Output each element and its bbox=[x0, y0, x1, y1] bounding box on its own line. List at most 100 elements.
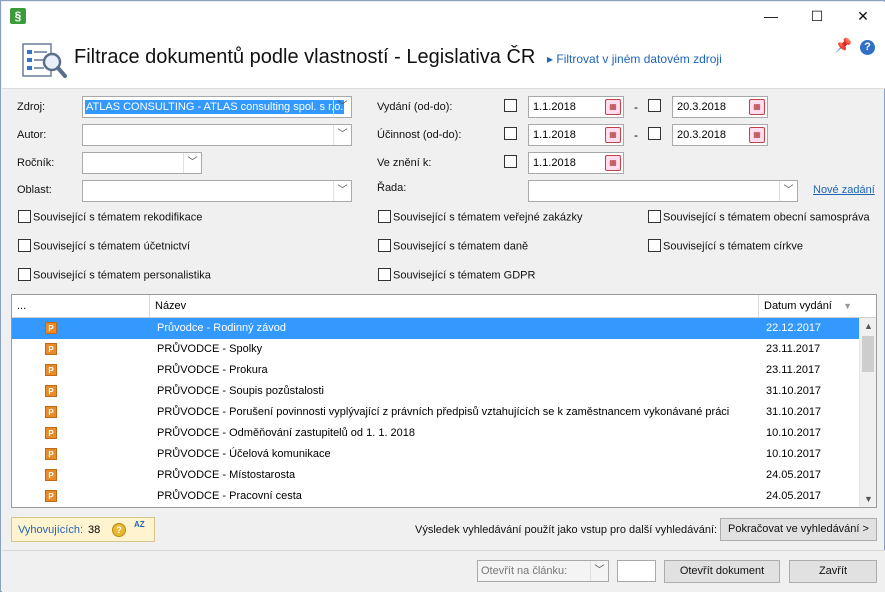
vydani-od-field[interactable]: 1.1.2018 ▦ bbox=[528, 96, 624, 118]
pruvodce-doc-icon: P bbox=[45, 364, 57, 376]
autor-label: Autor: bbox=[17, 129, 47, 141]
sort-az-icon[interactable]: AZ bbox=[134, 520, 146, 529]
autor-select[interactable]: ﹀ bbox=[82, 124, 352, 146]
topic-label: Související s tématem veřejné zakázky bbox=[393, 211, 583, 224]
checkbox[interactable] bbox=[648, 239, 661, 252]
checkbox[interactable] bbox=[18, 268, 31, 281]
vydani-do-value: 20.3.2018 bbox=[677, 101, 726, 113]
scroll-up-icon[interactable]: ▲ bbox=[860, 318, 876, 334]
topic-personalistika[interactable]: Související s tématem personalistika bbox=[18, 268, 211, 282]
table-row[interactable]: P PRŮVODCE - Odměňování zastupitelů od 1.… bbox=[12, 423, 859, 444]
ucinnost-do-field[interactable]: 20.3.2018 ▦ bbox=[672, 124, 768, 146]
checkbox[interactable] bbox=[378, 210, 391, 223]
checkbox[interactable] bbox=[18, 210, 31, 223]
scroll-thumb[interactable] bbox=[862, 336, 874, 372]
ucinnost-od-field[interactable]: 1.1.2018 ▦ bbox=[528, 124, 624, 146]
pruvodce-doc-icon: P bbox=[45, 322, 57, 334]
topic-verejne-zakazky[interactable]: Související s tématem veřejné zakázky bbox=[378, 210, 583, 224]
ucinnost-checkbox[interactable] bbox=[504, 127, 517, 140]
topic-label: Související s tématem personalistika bbox=[33, 269, 211, 282]
table-row[interactable]: P PRŮVODCE - Soupis pozůstalosti 31.10.201… bbox=[12, 381, 859, 402]
vydani-do-checkbox[interactable] bbox=[648, 99, 661, 112]
count-value: 38 bbox=[88, 524, 101, 536]
checkbox[interactable] bbox=[648, 210, 661, 223]
calendar-icon[interactable]: ▦ bbox=[605, 155, 621, 171]
info-icon[interactable]: ? bbox=[112, 523, 126, 537]
rada-label: Řada: bbox=[377, 182, 407, 194]
rocnik-select[interactable]: ﹀ bbox=[82, 152, 202, 174]
table-row[interactable]: P PRŮVODCE - Pracovní cesta 24.05.2017 bbox=[12, 486, 859, 507]
open-at-article-select[interactable]: Otevřít na článku: ﹀ bbox=[477, 560, 609, 582]
chevron-down-icon[interactable]: ﹀ bbox=[333, 181, 351, 201]
topic-ucetnictvi[interactable]: Související s tématem účetnictví bbox=[18, 239, 190, 253]
topic-gdpr[interactable]: Související s tématem GDPR bbox=[378, 268, 535, 282]
ucinnost-do-checkbox[interactable] bbox=[648, 127, 661, 140]
pruvodce-doc-icon: P bbox=[45, 469, 57, 481]
column-header-date[interactable]: Datum vydání ▼ bbox=[759, 295, 859, 317]
calendar-icon[interactable]: ▦ bbox=[605, 99, 621, 115]
ucinnost-do-value: 20.3.2018 bbox=[677, 129, 726, 141]
zneni-field[interactable]: 1.1.2018 ▦ bbox=[528, 152, 624, 174]
row-date: 23.11.2017 bbox=[766, 364, 821, 376]
calendar-icon[interactable]: ▦ bbox=[605, 127, 621, 143]
zdroj-select[interactable]: ATLAS CONSULTING - ATLAS consulting spol… bbox=[82, 96, 352, 118]
filter-document-icon bbox=[22, 43, 67, 78]
calendar-icon[interactable]: ▦ bbox=[749, 127, 765, 143]
count-label: Vyhovujících: bbox=[18, 524, 84, 536]
column-header-select[interactable]: ... bbox=[12, 295, 150, 317]
checkbox[interactable] bbox=[378, 268, 391, 281]
pruvodce-doc-icon: P bbox=[45, 406, 57, 418]
close-window-button[interactable]: ✕ bbox=[840, 2, 885, 30]
zdroj-value: ATLAS CONSULTING - ATLAS consulting spol… bbox=[85, 100, 345, 114]
continue-search-button[interactable]: Pokračovat ve vyhledávání > bbox=[720, 518, 877, 541]
table-row[interactable]: P PRŮVODCE - Účelová komunikace 10.10.2017 bbox=[12, 444, 859, 465]
row-date: 31.10.2017 bbox=[766, 385, 822, 397]
oblast-select[interactable]: ﹀ bbox=[82, 180, 352, 202]
other-source-link-label: Filtrovat v jiném datovém zdroji bbox=[556, 52, 722, 66]
topic-obecni-samosprava[interactable]: Související s tématem obecní samospráva bbox=[648, 210, 870, 224]
help-icon[interactable]: ? bbox=[860, 40, 875, 55]
table-row[interactable]: P PRŮVODCE - Porušení povinnosti vyplývaj… bbox=[12, 402, 859, 423]
topic-rekodifikace[interactable]: Související s tématem rekodifikace bbox=[18, 210, 202, 224]
vydani-do-field[interactable]: 20.3.2018 ▦ bbox=[672, 96, 768, 118]
table-row[interactable]: P PRŮVODCE - Místostarosta 24.05.2017 bbox=[12, 465, 859, 486]
column-header-name[interactable]: Název bbox=[150, 295, 759, 317]
open-document-button[interactable]: Otevřít dokument bbox=[664, 560, 780, 583]
page-title: Filtrace dokumentů podle vlastností - Le… bbox=[74, 46, 536, 68]
chevron-down-icon[interactable]: ﹀ bbox=[183, 153, 201, 173]
checkbox[interactable] bbox=[378, 239, 391, 252]
other-source-link[interactable]: ▸ Filtrovat v jiném datovém zdroji bbox=[547, 52, 722, 66]
results-table: ... Název Datum vydání ▼ P Průvodce - Rodi… bbox=[11, 294, 877, 508]
vydani-checkbox[interactable] bbox=[504, 99, 517, 112]
chevron-down-icon[interactable]: ﹀ bbox=[779, 181, 797, 201]
vertical-scrollbar[interactable]: ▲ ▼ bbox=[859, 318, 876, 507]
chevron-down-icon[interactable]: ﹀ bbox=[333, 97, 351, 117]
maximize-button[interactable]: ☐ bbox=[794, 2, 840, 30]
pin-icon[interactable]: 📌 bbox=[835, 37, 852, 53]
table-row[interactable]: P PRŮVODCE - Prokura 23.11.2017 bbox=[12, 360, 859, 381]
article-number-input[interactable] bbox=[617, 560, 656, 582]
dialog-header: Filtrace dokumentů podle vlastností - Le… bbox=[2, 30, 885, 89]
chevron-down-icon[interactable]: ﹀ bbox=[333, 125, 351, 145]
close-button[interactable]: Zavřít bbox=[789, 560, 877, 583]
link-arrow-icon: ▸ bbox=[547, 52, 554, 66]
title-bar: § — ☐ ✕ bbox=[2, 2, 885, 30]
topic-dane[interactable]: Související s tématem daně bbox=[378, 239, 528, 253]
new-query-link[interactable]: Nové zadání bbox=[813, 184, 875, 196]
rada-select[interactable]: ﹀ bbox=[528, 180, 798, 202]
continue-description: Výsledek vyhledávání použít jako vstup p… bbox=[415, 524, 718, 536]
minimize-button[interactable]: — bbox=[748, 2, 794, 30]
zneni-checkbox[interactable] bbox=[504, 155, 517, 168]
range-dash: - bbox=[634, 128, 638, 142]
row-name: PRŮVODCE - Místostarosta bbox=[157, 469, 296, 481]
topic-cirkve[interactable]: Související s tématem církve bbox=[648, 239, 803, 253]
calendar-icon[interactable]: ▦ bbox=[749, 99, 765, 115]
pruvodce-doc-icon: P bbox=[45, 448, 57, 460]
ucinnost-label: Účinnost (od-do): bbox=[377, 129, 462, 141]
table-row[interactable]: P PRŮVODCE - Spolky 23.11.2017 bbox=[12, 339, 859, 360]
checkbox[interactable] bbox=[18, 239, 31, 252]
chevron-down-icon[interactable]: ﹀ bbox=[590, 561, 608, 581]
range-dash: - bbox=[634, 100, 638, 114]
table-row[interactable]: P Průvodce - Rodinný závod 22.12.2017 bbox=[12, 318, 859, 339]
scroll-down-icon[interactable]: ▼ bbox=[860, 491, 876, 507]
